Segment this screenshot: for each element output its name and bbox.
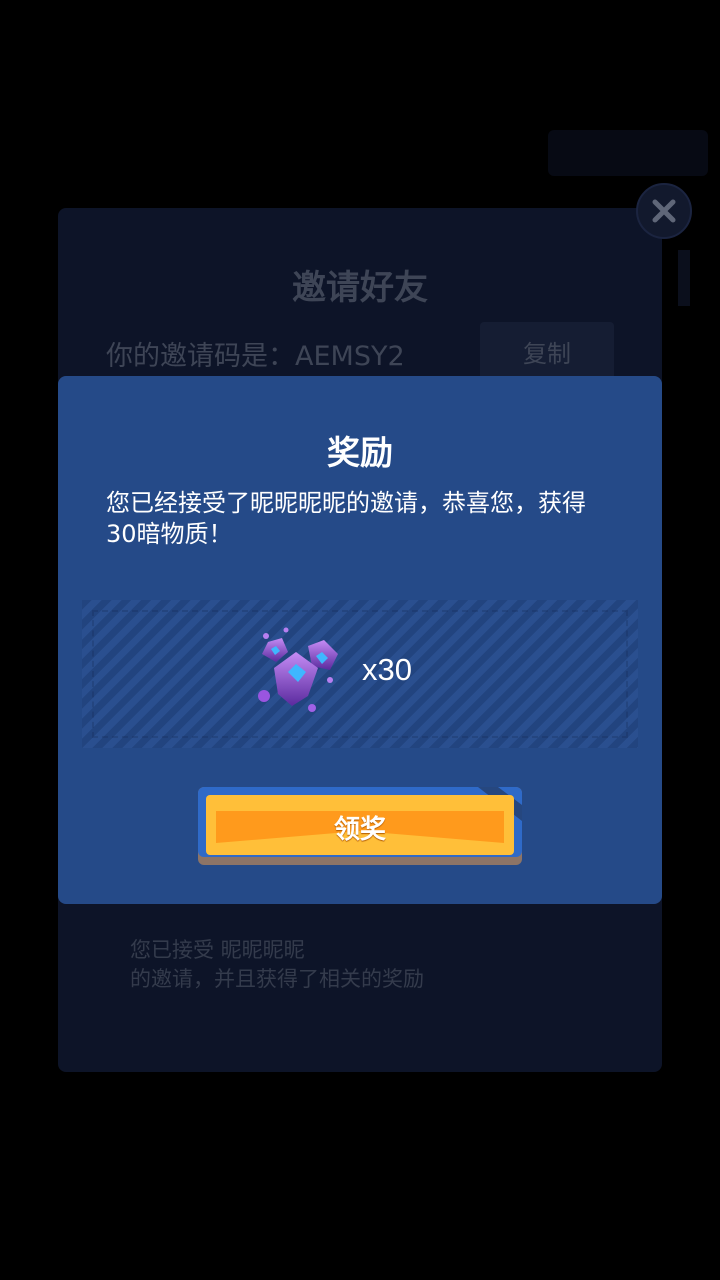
close-button[interactable] <box>636 183 692 239</box>
copy-button[interactable]: 复制 <box>480 322 614 380</box>
invite-accepted-line-2: 的邀请，并且获得了相关的奖励 <box>130 967 424 991</box>
reward-item-area: x30 <box>82 600 638 748</box>
invite-code-label: 你的邀请码是：AEMSY2 <box>106 341 405 372</box>
invite-accepted-line-1: 您已接受 昵昵昵昵 <box>130 938 305 962</box>
reward-message: 您已经接受了昵昵昵昵的邀请，恭喜您，获得30暗物质！ <box>106 489 586 548</box>
reward-quantity: x30 <box>362 652 412 687</box>
invite-accepted-text: 您已接受 昵昵昵昵 的邀请，并且获得了相关的奖励 <box>130 936 424 994</box>
claim-reward-button[interactable]: 领奖 <box>198 787 522 865</box>
reward-dialog: 奖励 您已经接受了昵昵昵昵的邀请，恭喜您，获得30暗物质！ x30 领奖 <box>58 376 662 904</box>
reward-title: 奖励 <box>327 433 393 472</box>
invite-dialog-title: 邀请好友 <box>292 268 428 308</box>
dark-matter-gem-icon <box>258 627 338 712</box>
close-icon <box>652 199 676 223</box>
background-panel <box>548 130 708 176</box>
claim-button-label: 领奖 <box>333 815 386 845</box>
background-bar <box>678 250 690 306</box>
